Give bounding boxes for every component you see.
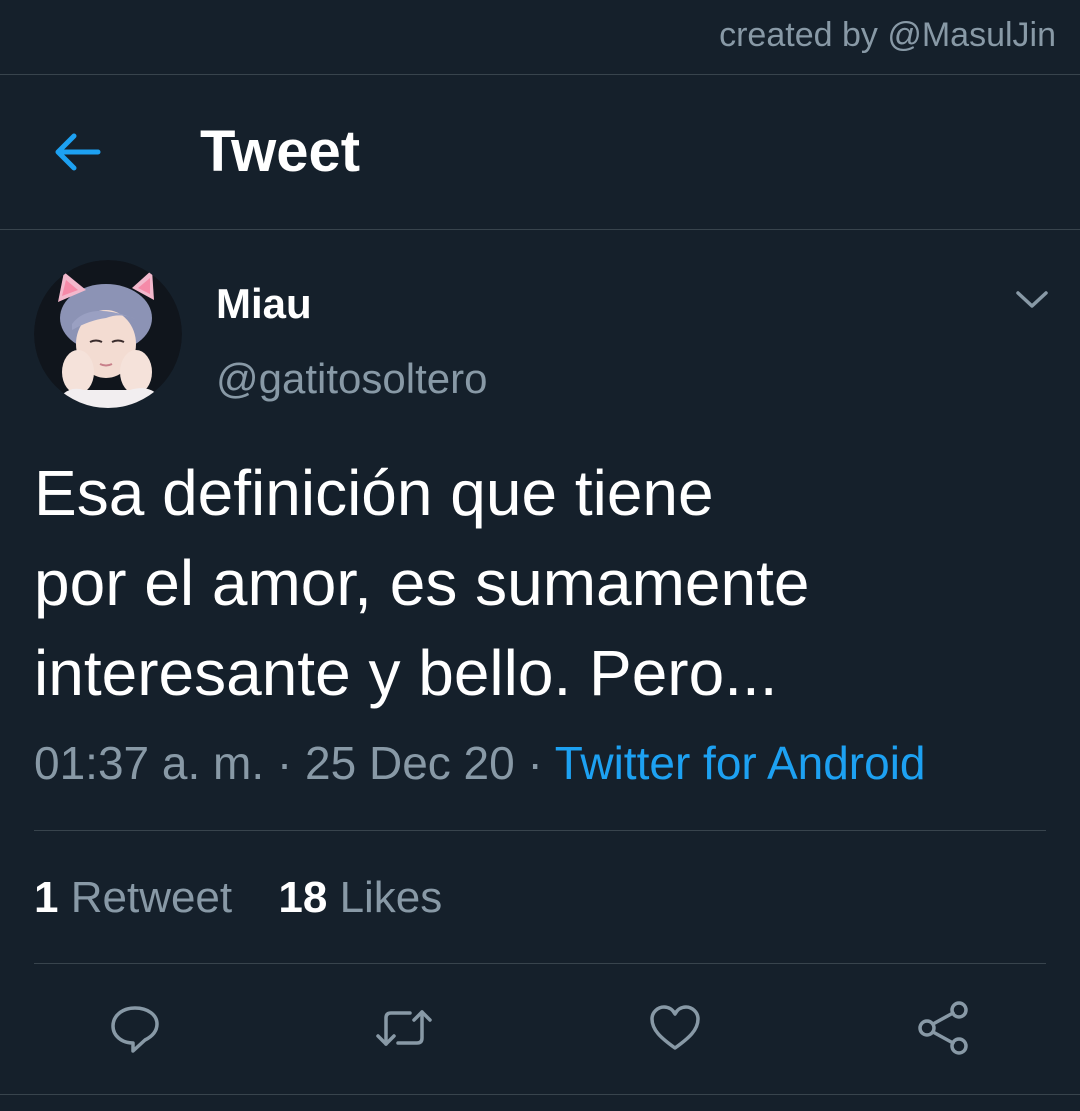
- tweet-source-link[interactable]: Twitter for Android: [555, 737, 926, 789]
- meta-divider: [34, 830, 1046, 831]
- credit-watermark: created by @MasulJin: [719, 16, 1056, 54]
- arrow-left-icon: [55, 133, 101, 171]
- avatar[interactable]: [34, 260, 182, 408]
- reply-icon: [111, 1006, 159, 1053]
- stats-divider: [34, 963, 1046, 964]
- avatar-image: [34, 260, 182, 408]
- back-button[interactable]: [48, 127, 106, 177]
- like-label: Likes: [339, 873, 443, 922]
- tweet-date: 25 Dec 20: [305, 737, 515, 789]
- share-button[interactable]: [914, 998, 974, 1058]
- share-icon: [918, 1001, 968, 1055]
- display-name[interactable]: Miau: [216, 283, 312, 325]
- retweet-count-link[interactable]: 1 Retweet: [34, 876, 232, 920]
- heart-icon: [650, 1005, 700, 1050]
- tweet-time: 01:37 a. m.: [34, 737, 265, 789]
- retweet-label: Retweet: [70, 873, 233, 922]
- tweet-text: Esa definición que tiene por el amor, es…: [34, 457, 810, 709]
- meta-separator: ·: [527, 737, 543, 789]
- retweet-count: 1: [34, 873, 59, 922]
- header-divider: [0, 229, 1080, 230]
- reply-button[interactable]: [105, 998, 165, 1058]
- bottom-divider: [0, 1094, 1080, 1095]
- page-title: Tweet: [200, 119, 361, 184]
- chevron-down-icon: [1016, 291, 1048, 308]
- retweet-icon: [376, 1010, 432, 1046]
- tweet-stats: 1 Retweet 18 Likes: [34, 876, 442, 920]
- meta-separator: ·: [276, 737, 293, 789]
- tweet-meta: 01:37 a. m. · 25 Dec 20 · Twitter for An…: [34, 740, 926, 786]
- more-options-button[interactable]: [1010, 282, 1054, 318]
- user-handle[interactable]: @gatitosoltero: [216, 358, 487, 400]
- like-count: 18: [278, 873, 328, 922]
- like-button[interactable]: [645, 998, 705, 1058]
- retweet-button[interactable]: [374, 998, 434, 1058]
- header-bar: Tweet: [0, 75, 1080, 229]
- like-count-link[interactable]: 18 Likes: [278, 876, 442, 920]
